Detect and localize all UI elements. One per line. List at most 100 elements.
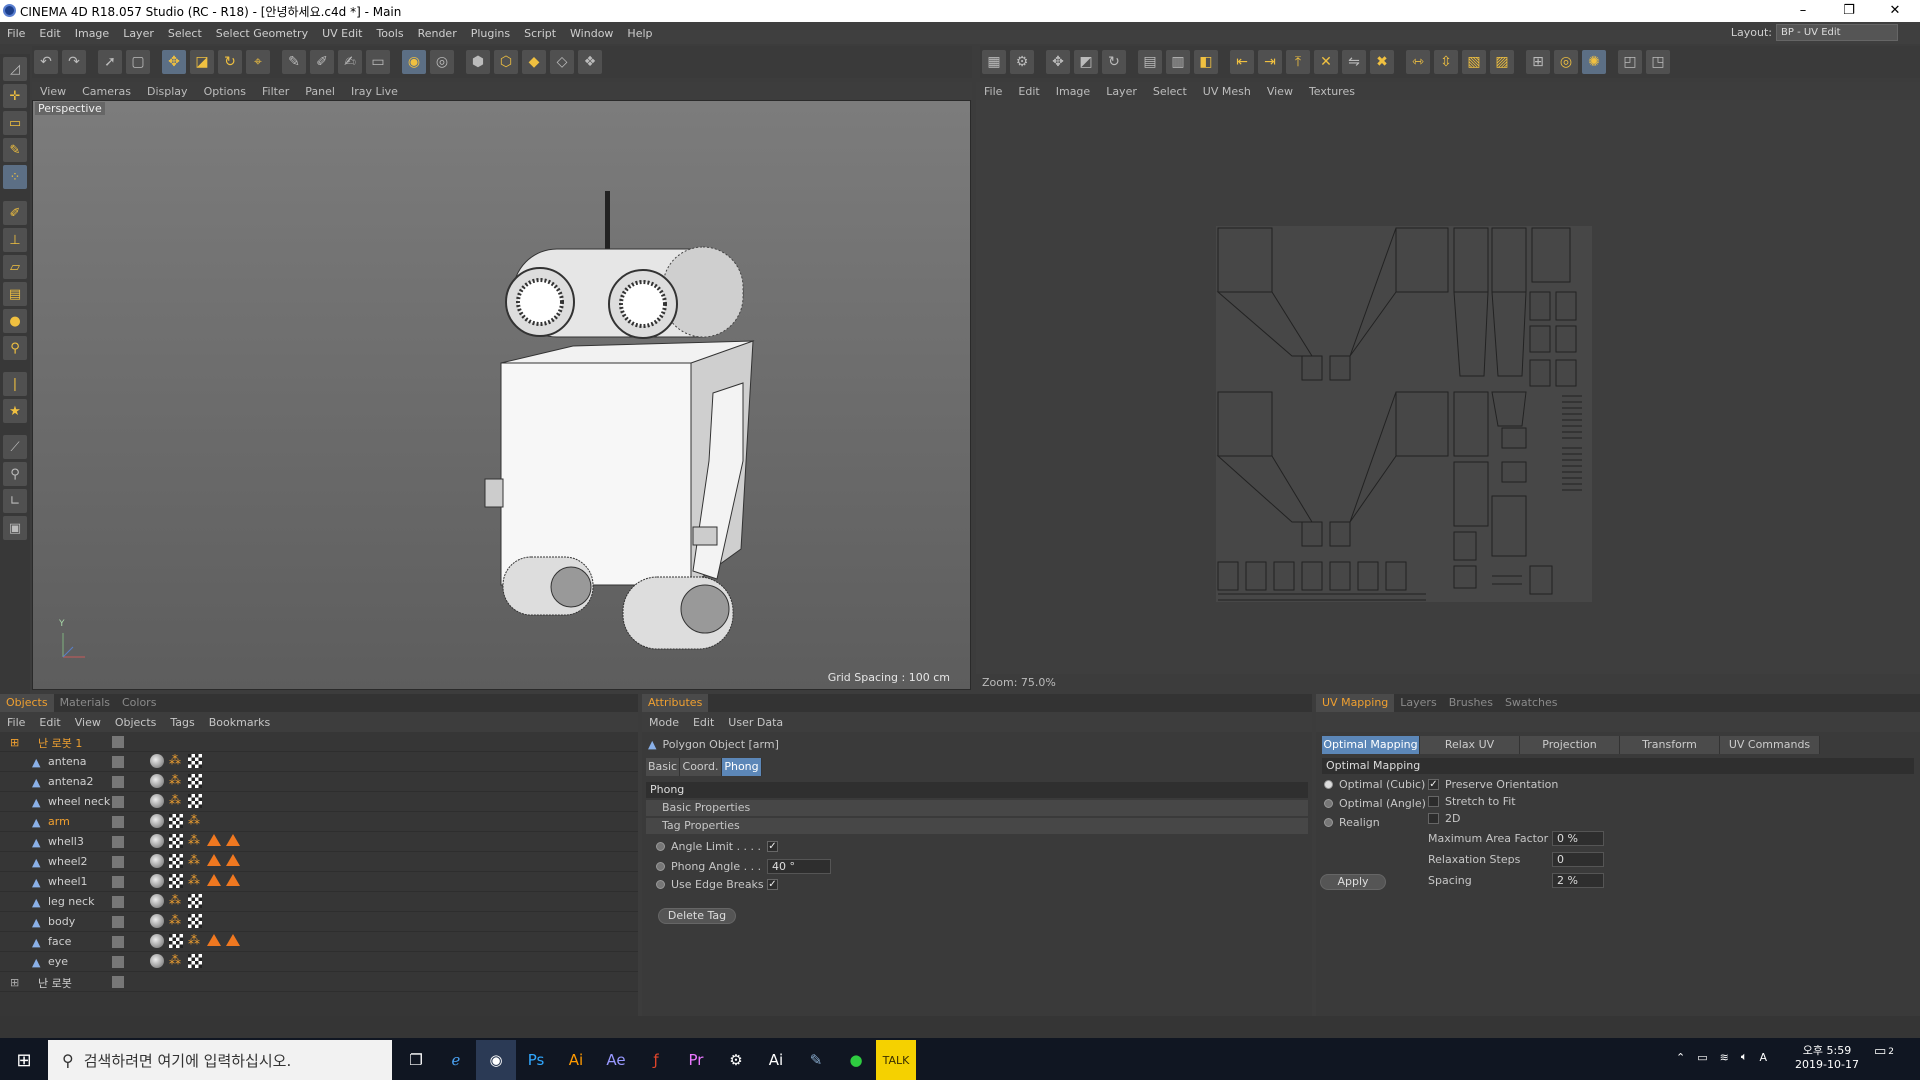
align-top-icon[interactable]: ⤒ — [1286, 50, 1310, 74]
radio-optimal-cubic[interactable] — [1324, 780, 1333, 789]
uvw-tag-icon[interactable]: ⁂ — [169, 794, 183, 808]
paint-3d-icon[interactable]: ✐ — [310, 50, 334, 74]
paint-icon[interactable]: ✎ — [796, 1040, 836, 1080]
apply-button[interactable]: Apply — [1320, 874, 1386, 890]
texture-tag-icon[interactable] — [169, 814, 183, 828]
menu-render[interactable]: Render — [418, 27, 457, 40]
menu-image[interactable]: Image — [75, 27, 109, 40]
phong-tag-icon[interactable] — [150, 794, 164, 808]
model-mode-icon[interactable]: ❖ — [578, 50, 602, 74]
vp-menu-view[interactable]: View — [40, 85, 66, 98]
subtab-projection[interactable]: Projection — [1520, 736, 1620, 754]
eraser-icon[interactable]: ▱ — [3, 255, 27, 279]
uv-menu-image[interactable]: Image — [1056, 85, 1090, 98]
cinema4d-icon[interactable]: ◉ — [476, 1040, 516, 1080]
delete-tag-button[interactable]: Delete Tag — [658, 908, 736, 924]
photoshop-icon[interactable]: Ps — [516, 1040, 556, 1080]
uvw-tag-icon[interactable]: ⁂ — [169, 774, 183, 788]
attr-menu-mode[interactable]: Mode — [649, 716, 679, 729]
selection-tag-icon[interactable] — [226, 874, 240, 886]
stack-icon[interactable]: ▧ — [1462, 50, 1486, 74]
windows-start-icon[interactable]: ⊞ — [4, 1040, 44, 1080]
distribute-v-icon[interactable]: ⇳ — [1434, 50, 1458, 74]
texture-tag-icon[interactable] — [188, 794, 202, 808]
attr-menu-edit[interactable]: Edit — [693, 716, 714, 729]
snap-icon[interactable]: ⊞ — [1526, 50, 1550, 74]
points-icon[interactable]: ⁘ — [3, 165, 27, 189]
distribute-h-icon[interactable]: ⇿ — [1406, 50, 1430, 74]
angle-limit-checkbox[interactable]: ✓ — [767, 841, 778, 852]
move-icon[interactable]: ✥ — [162, 50, 186, 74]
paint-brush-icon[interactable]: ✐ — [3, 201, 27, 225]
object-row[interactable]: ▲ eye ⁂ — [0, 952, 638, 972]
layout-select[interactable]: BP - UV Edit — [1776, 24, 1898, 41]
battery-icon[interactable]: ▭ — [1697, 1051, 1707, 1064]
settings-icon[interactable]: ⚙ — [1010, 50, 1034, 74]
uv-tool-b-icon[interactable]: ◳ — [1646, 50, 1670, 74]
texture-tag-icon[interactable] — [169, 874, 183, 888]
menu-help[interactable]: Help — [627, 27, 652, 40]
tab-brushes[interactable]: Brushes — [1443, 694, 1499, 712]
radio-optimal-angle[interactable] — [1324, 799, 1333, 808]
layer-visibility-icon[interactable] — [112, 936, 124, 948]
phong-tag-icon[interactable] — [150, 774, 164, 788]
eyedropper-icon[interactable]: ⟋ — [3, 435, 27, 459]
volume-icon[interactable]: 🔈︎ — [1741, 1050, 1748, 1064]
gradient-icon[interactable]: ▤ — [3, 282, 27, 306]
2d-row[interactable]: 2D — [1428, 812, 1460, 825]
use-edge-breaks-checkbox[interactable]: ✓ — [767, 879, 778, 890]
polygon-pen-icon[interactable]: ✎ — [3, 138, 27, 162]
obj-menu-tags[interactable]: Tags — [170, 716, 194, 729]
selection-tag-icon[interactable] — [207, 834, 221, 846]
menu-edit[interactable]: Edit — [39, 27, 60, 40]
scale-icon[interactable]: ◪ — [190, 50, 214, 74]
tray-chevron-up-icon[interactable]: ⌃ — [1676, 1051, 1685, 1064]
stamp-icon[interactable]: ⊥ — [3, 228, 27, 252]
uv-menu-view[interactable]: View — [1267, 85, 1293, 98]
vp-menu-options[interactable]: Options — [204, 85, 246, 98]
uvw-tag-icon[interactable]: ⁂ — [188, 854, 202, 868]
flash-icon[interactable]: ƒ — [636, 1040, 676, 1080]
clock[interactable]: 오후 5:59 2019-10-17 — [1792, 1042, 1862, 1071]
subtab-transform[interactable]: Transform — [1620, 736, 1720, 754]
affinity-icon[interactable]: Ai — [756, 1040, 796, 1080]
phong-tag-icon[interactable] — [150, 754, 164, 768]
max-area-factor-input[interactable]: 0 % — [1552, 831, 1604, 846]
notification-center[interactable]: ▭ 2 — [1874, 1044, 1894, 1059]
uvw-tag-icon[interactable]: ⁂ — [169, 954, 183, 968]
grid-snap-icon[interactable]: ▥ — [1166, 50, 1190, 74]
texture-tag-icon[interactable] — [169, 834, 183, 848]
texture-tag-icon[interactable] — [188, 774, 202, 788]
object-mode-icon[interactable]: ◇ — [550, 50, 574, 74]
layer-visibility-icon[interactable] — [112, 856, 124, 868]
attr-menu-user-data[interactable]: User Data — [728, 716, 783, 729]
phong-tag-icon[interactable] — [150, 874, 164, 888]
obj-menu-view[interactable]: View — [75, 716, 101, 729]
uv-polygons-icon[interactable]: ⬡ — [494, 50, 518, 74]
radio-optimal-angle-row[interactable]: Optimal (Angle) — [1324, 797, 1426, 810]
object-row[interactable]: ⊞ 난 로봇 — [0, 972, 638, 992]
uvw-tag-icon[interactable]: ⁂ — [188, 874, 202, 888]
stretch-to-fit-checkbox[interactable] — [1428, 796, 1439, 807]
box-icon[interactable]: ▣ — [3, 516, 27, 540]
vp-menu-cameras[interactable]: Cameras — [82, 85, 131, 98]
task-view-icon[interactable]: ❐ — [396, 1040, 436, 1080]
subtab-basic[interactable]: Basic — [646, 758, 680, 776]
tab-attributes[interactable]: Attributes — [642, 694, 709, 712]
rotate-icon[interactable]: ↻ — [218, 50, 242, 74]
vp-menu-iray-live[interactable]: Iray Live — [351, 85, 398, 98]
tab-uv-mapping[interactable]: UV Mapping — [1316, 694, 1395, 712]
layer-visibility-icon[interactable] — [112, 916, 124, 928]
object-row[interactable]: ▲ antena ⁂ — [0, 752, 638, 772]
animate-dot-icon[interactable] — [656, 862, 665, 871]
obj-menu-bookmarks[interactable]: Bookmarks — [209, 716, 270, 729]
line-icon[interactable]: ● — [836, 1040, 876, 1080]
uvw-tag-icon[interactable]: ⁂ — [188, 934, 202, 948]
selection-tag-icon[interactable] — [226, 834, 240, 846]
angle-icon[interactable]: ∟ — [3, 489, 27, 513]
object-row[interactable]: ▲ antena2 ⁂ — [0, 772, 638, 792]
vp-menu-display[interactable]: Display — [147, 85, 188, 98]
kakaotalk-icon[interactable]: TALK — [876, 1040, 916, 1080]
phong-tag-icon[interactable] — [150, 834, 164, 848]
magnify-icon[interactable]: ⚲ — [3, 336, 27, 360]
